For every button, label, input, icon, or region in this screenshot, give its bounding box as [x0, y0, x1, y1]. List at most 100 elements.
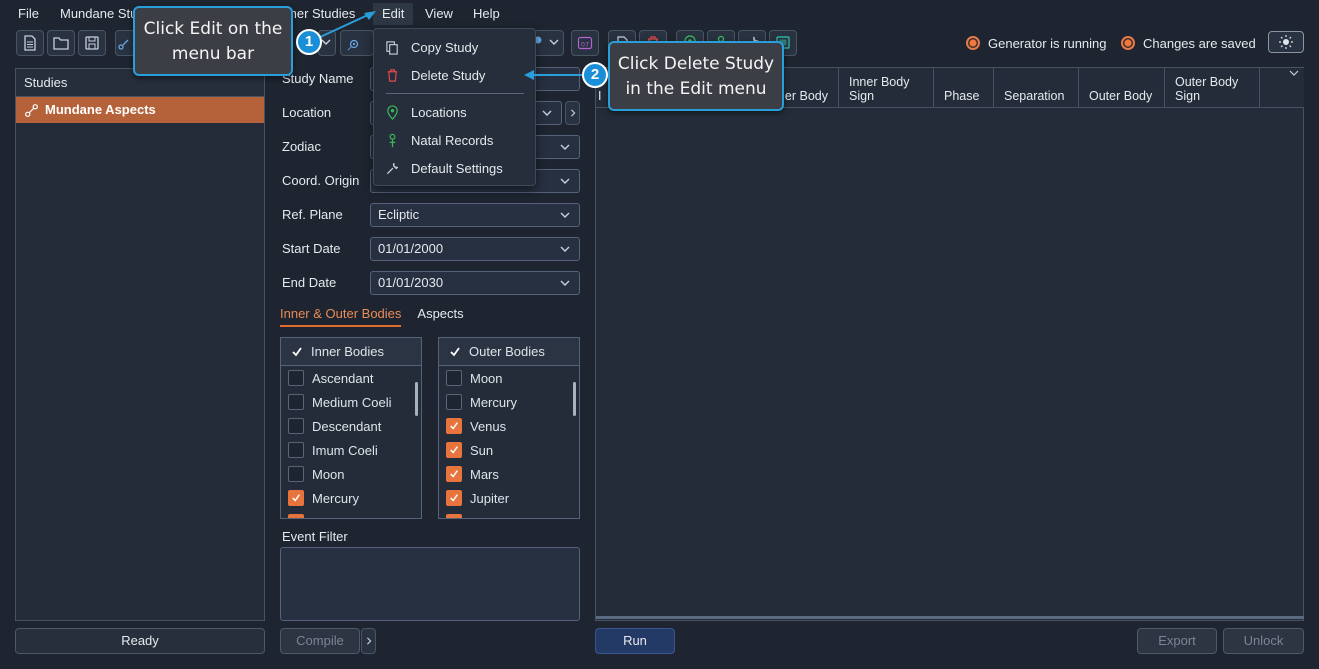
list-item[interactable]: Mars	[439, 462, 579, 486]
end-date-select[interactable]: 01/01/2030	[370, 271, 580, 295]
list-item[interactable]: V	[281, 510, 421, 519]
list-item-label: Venus	[470, 418, 507, 434]
list-item[interactable]: Mercury	[281, 486, 421, 510]
menu-item-natal-records[interactable]: Natal Records	[374, 126, 537, 154]
theme-toggle-button[interactable]	[1268, 31, 1304, 53]
start-date-value: 01/01/2000	[378, 241, 444, 256]
step-1-badge: 1	[296, 29, 322, 55]
list-item[interactable]: Venus	[439, 414, 579, 438]
outer-list-scrollbar[interactable]	[573, 382, 576, 416]
column-header[interactable]: Inner Body Sign	[839, 68, 934, 108]
list-item[interactable]: Mercury	[439, 390, 579, 414]
inner-list-scrollbar[interactable]	[415, 382, 418, 416]
menu-separator	[386, 93, 524, 94]
checkbox[interactable]	[446, 370, 462, 386]
column-header[interactable]: Phase	[934, 68, 994, 108]
save-button[interactable]	[78, 30, 106, 56]
outer-bodies-list[interactable]: Outer Bodies Moon Mercury Venus Sun Mars Jupi…	[438, 337, 580, 519]
checkbox[interactable]	[446, 418, 462, 434]
results-table	[595, 67, 1304, 621]
unlock-button[interactable]: Unlock	[1223, 628, 1304, 654]
menu-view[interactable]: View	[416, 3, 462, 25]
checkmark-icon	[450, 422, 458, 430]
status-led-icon	[966, 36, 980, 50]
inner-bodies-header[interactable]: Inner Bodies	[281, 338, 421, 366]
bodies-tabs: Inner & Outer Bodies Aspects	[280, 306, 464, 327]
column-header[interactable]: Outer Body Sign	[1165, 68, 1260, 108]
menu-item-copy-study[interactable]: Copy Study	[374, 33, 537, 61]
list-item-label: Jupiter	[470, 490, 510, 506]
event-filter-input[interactable]	[280, 547, 580, 621]
outer-bodies-rows: Moon Mercury Venus Sun Mars Jupiter S	[439, 366, 579, 518]
run-button[interactable]: Run	[595, 628, 675, 654]
study-item-mundane-aspects[interactable]: Mundane Aspects	[16, 97, 264, 123]
list-item-label: Imum Coeli	[312, 442, 378, 458]
menu-item-default-settings[interactable]: Default Settings	[374, 154, 537, 182]
checkbox[interactable]	[446, 442, 462, 458]
chevron-down-icon	[549, 39, 559, 45]
list-item[interactable]: Descendant	[281, 414, 421, 438]
ref-plane-select[interactable]: Ecliptic	[370, 203, 580, 227]
aspect-link-icon	[118, 39, 129, 50]
list-item[interactable]: Sun	[439, 438, 579, 462]
inner-bodies-list[interactable]: Inner Bodies Ascendant Medium Coeli Descen…	[280, 337, 422, 519]
outer-bodies-header[interactable]: Outer Bodies	[439, 338, 579, 366]
aspects-tool-button[interactable]	[115, 30, 135, 56]
checkbox[interactable]	[288, 394, 304, 410]
status-led-icon	[1121, 36, 1135, 50]
generator-status-text: Generator is running	[988, 35, 1107, 51]
menu-item-delete-study[interactable]: Delete Study	[374, 61, 537, 89]
list-item[interactable]: Imum Coeli	[281, 438, 421, 462]
checkbox[interactable]	[446, 490, 462, 506]
checkbox[interactable]	[288, 466, 304, 482]
menu-item-label: Copy Study	[411, 39, 479, 55]
checkbox[interactable]	[288, 514, 304, 518]
tab-aspects[interactable]: Aspects	[417, 306, 463, 327]
list-item[interactable]: Moon	[281, 462, 421, 486]
ref-plane-value: Ecliptic	[378, 207, 420, 222]
calendar-button[interactable]: 07	[571, 30, 599, 56]
export-button[interactable]: Export	[1137, 628, 1217, 654]
column-header[interactable]: Separation	[994, 68, 1079, 108]
checkbox[interactable]	[288, 418, 304, 434]
compile-options-button[interactable]	[361, 628, 376, 654]
chevron-down-icon	[560, 144, 570, 150]
start-date-select[interactable]: 01/01/2000	[370, 237, 580, 261]
menu-help[interactable]: Help	[464, 3, 509, 25]
list-item[interactable]: Moon	[439, 366, 579, 390]
tab-inner-outer-bodies[interactable]: Inner & Outer Bodies	[280, 306, 402, 327]
list-item[interactable]: Ascendant	[281, 366, 421, 390]
list-item[interactable]: Jupiter	[439, 486, 579, 510]
open-folder-button[interactable]	[47, 30, 75, 56]
checkbox[interactable]	[288, 490, 304, 506]
outer-bodies-title: Outer Bodies	[469, 343, 545, 359]
compile-button[interactable]: Compile	[280, 628, 360, 654]
list-item[interactable]: Medium Coeli	[281, 390, 421, 414]
column-menu-chevron-icon[interactable]	[1288, 68, 1300, 78]
checkbox[interactable]	[288, 370, 304, 386]
checkbox[interactable]	[288, 442, 304, 458]
menu-item-locations[interactable]: Locations	[374, 98, 537, 126]
end-date-value: 01/01/2030	[378, 275, 444, 290]
checkbox[interactable]	[446, 394, 462, 410]
menu-file[interactable]: File	[9, 3, 48, 25]
location-next-button[interactable]	[565, 101, 580, 125]
checkbox[interactable]	[446, 466, 462, 482]
callout-step-1: Click Edit on the menu bar	[133, 6, 293, 76]
checkbox[interactable]	[446, 514, 462, 518]
list-item[interactable]: S	[439, 510, 579, 518]
generator-status: Generator is running	[966, 34, 1107, 52]
column-header[interactable]: Outer Body	[1079, 68, 1165, 108]
list-item-label: Moon	[470, 370, 503, 386]
list-item-label: V	[312, 515, 321, 519]
checkmark-icon	[450, 446, 458, 454]
changes-status: Changes are saved	[1121, 34, 1256, 52]
chevron-down-icon	[560, 212, 570, 218]
natal-icon	[389, 133, 396, 147]
horizontal-scrollbar[interactable]	[596, 616, 1304, 619]
new-file-button[interactable]	[16, 30, 44, 56]
callout-step-2-arrow	[524, 70, 586, 80]
ready-status-button[interactable]: Ready	[15, 628, 265, 654]
location-label: Location	[282, 105, 332, 120]
chevron-down-icon	[542, 110, 552, 116]
